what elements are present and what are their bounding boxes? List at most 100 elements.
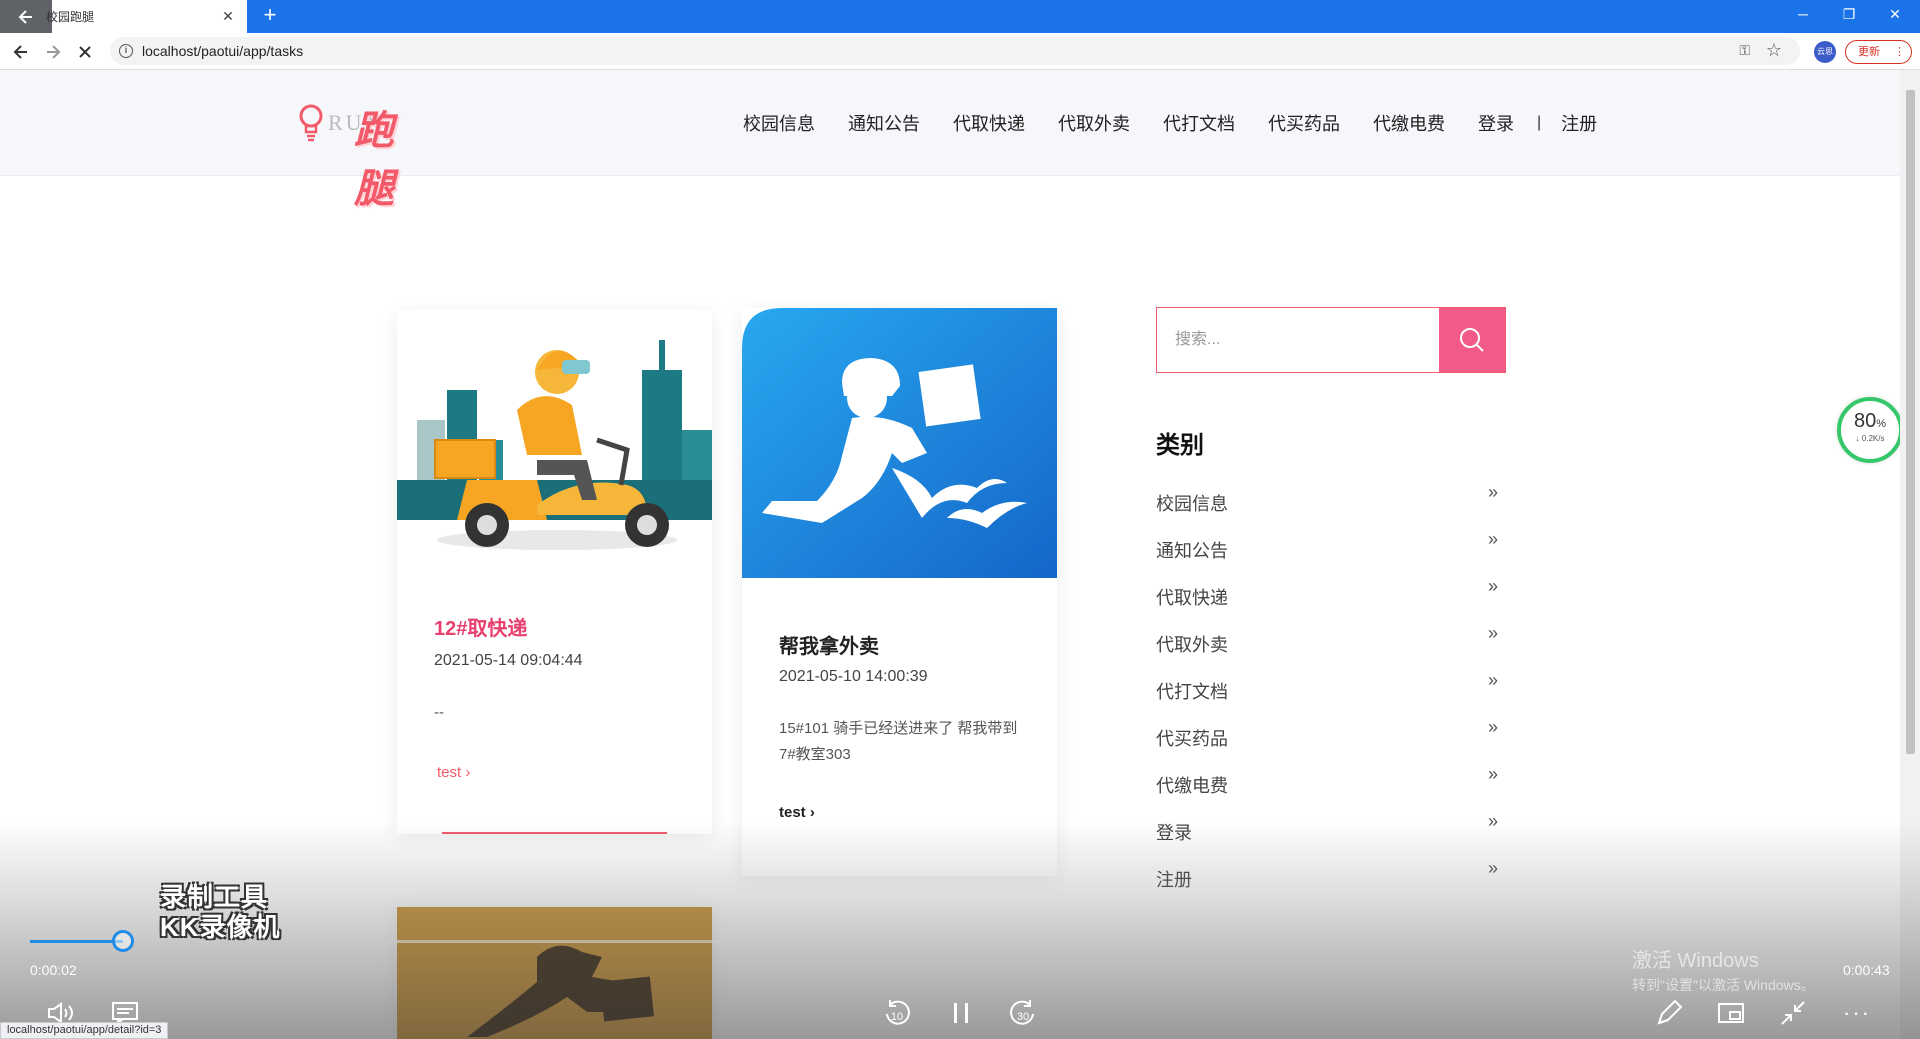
task-card[interactable]: [397, 907, 712, 1039]
search-icon: [1460, 328, 1484, 352]
category-list: 校园信息 » 通知公告 » 代取快递 » 代取外卖 » 代打文档 » 代买药品 » 代缴电费…: [1156, 482, 1506, 913]
back-arrow-icon[interactable]: [0, 0, 52, 33]
stop-loading-icon[interactable]: [72, 39, 98, 65]
category-item[interactable]: 校园信息 »: [1156, 482, 1506, 537]
forward-button[interactable]: [40, 39, 66, 65]
double-chevron-right-icon: »: [1487, 764, 1498, 784]
speed-percent-unit: %: [1876, 418, 1887, 430]
site-logo[interactable]: RUN 跑腿: [298, 98, 394, 212]
activation-line-2: 转到"设置"以激活 Windows。: [1632, 977, 1815, 993]
scooter-courier-image: [397, 310, 712, 580]
nav-print-docs[interactable]: 代打文档: [1163, 110, 1235, 136]
category-item[interactable]: 代买药品 »: [1156, 717, 1506, 772]
card-link-label: test: [779, 804, 806, 821]
main-nav: 校园信息 通知公告 代取快递 代取外卖 代打文档 代买药品 代缴电费 登录 | …: [743, 110, 1630, 136]
category-item[interactable]: 注册 »: [1156, 858, 1506, 913]
card-description: 15#101 骑手已经送进来了 帮我带到7#教室303: [779, 720, 1018, 763]
more-options-icon[interactable]: ···: [1840, 996, 1874, 1030]
nav-buy-medicine[interactable]: 代买药品: [1268, 110, 1340, 136]
current-time: 0:00:02: [30, 962, 77, 978]
windows-activation-notice: 激活 Windows 转到"设置"以激活 Windows。: [1632, 944, 1815, 995]
pen-icon[interactable]: [1652, 996, 1686, 1030]
double-chevron-right-icon: »: [1487, 482, 1498, 502]
nav-food-pickup[interactable]: 代取外卖: [1058, 110, 1130, 136]
card-title[interactable]: 12#取快递: [434, 612, 527, 641]
scrollbar-thumb[interactable]: [1906, 90, 1915, 754]
category-label: 校园信息: [1156, 494, 1228, 514]
minimize-icon[interactable]: ─: [1780, 0, 1826, 28]
double-chevron-right-icon: »: [1487, 717, 1498, 737]
nav-parcel-pickup[interactable]: 代取快递: [953, 110, 1025, 136]
exit-fullscreen-icon[interactable]: [1776, 996, 1810, 1030]
card-date: 2021-05-14 09:04:44: [434, 652, 583, 669]
category-item[interactable]: 代打文档 »: [1156, 670, 1506, 725]
nav-login[interactable]: 登录: [1478, 110, 1514, 136]
close-window-icon[interactable]: ✕: [1872, 0, 1918, 28]
profile-avatar[interactable]: 云思: [1814, 41, 1836, 63]
double-chevron-right-icon: »: [1487, 529, 1498, 549]
nav-notices[interactable]: 通知公告: [848, 110, 920, 136]
card-date: 2021-05-10 14:00:39: [779, 668, 928, 685]
nav-separator: |: [1537, 114, 1542, 131]
browser-toolbar: i localhost/paotui/app/tasks ⚿ ☆ 云思 更新 ⋮: [0, 33, 1920, 70]
rewind-10-icon[interactable]: 10: [880, 996, 914, 1030]
key-icon[interactable]: ⚿: [1739, 42, 1750, 59]
more-vert-icon: ⋮: [1894, 46, 1905, 58]
url-text[interactable]: localhost/paotui/app/tasks: [142, 43, 303, 59]
page-scrollbar[interactable]: [1900, 70, 1920, 1039]
category-item[interactable]: 通知公告 »: [1156, 529, 1506, 584]
speed-percent: 80: [1853, 410, 1877, 432]
status-bar-url: localhost/paotui/app/detail?id=3: [0, 1022, 169, 1039]
activation-line-1: 激活 Windows: [1632, 950, 1759, 972]
nav-campus-info[interactable]: 校园信息: [743, 110, 815, 136]
rewind-label: 10: [891, 1011, 903, 1023]
recorder-watermark: 录制工具 KK录像机: [160, 882, 281, 942]
video-progress-knob[interactable]: [112, 930, 134, 952]
card-title[interactable]: 帮我拿外卖: [779, 630, 879, 659]
search-input[interactable]: [1157, 308, 1439, 372]
card-link[interactable]: test ›: [779, 804, 815, 821]
pause-icon[interactable]: [944, 996, 978, 1030]
watermark-line-2: KK录像机: [160, 912, 281, 942]
video-progress-fill: [30, 940, 123, 943]
category-label: 代打文档: [1156, 682, 1228, 702]
category-label: 登录: [1156, 823, 1192, 843]
nav-register[interactable]: 注册: [1561, 110, 1597, 136]
forward-30-icon[interactable]: 30: [1006, 996, 1040, 1030]
bookmark-star-icon[interactable]: ☆: [1766, 40, 1782, 61]
video-progress-bar[interactable]: [30, 930, 1890, 952]
category-label: 通知公告: [1156, 541, 1228, 561]
tab-close-icon[interactable]: ✕: [217, 6, 239, 28]
info-icon[interactable]: i: [119, 44, 133, 58]
speed-rate: ↓ 0.2K/s: [1855, 434, 1885, 443]
category-label: 代缴电费: [1156, 776, 1228, 796]
courier-silhouette-image: [397, 907, 712, 1039]
double-chevron-right-icon: »: [1487, 623, 1498, 643]
double-chevron-right-icon: »: [1487, 670, 1498, 690]
category-item[interactable]: 代取快递 »: [1156, 576, 1506, 631]
task-card[interactable]: 12#取快递 2021-05-14 09:04:44 -- test ›: [397, 310, 712, 834]
task-card[interactable]: 帮我拿外卖 2021-05-10 14:00:39 15#101 骑手已经送进来…: [742, 308, 1057, 876]
nav-pay-electricity[interactable]: 代缴电费: [1373, 110, 1445, 136]
update-button[interactable]: 更新 ⋮: [1845, 40, 1912, 64]
category-label: 代取外卖: [1156, 635, 1228, 655]
restore-icon[interactable]: ❐: [1826, 0, 1872, 28]
category-item[interactable]: 代缴电费 »: [1156, 764, 1506, 819]
search-button[interactable]: [1439, 308, 1505, 372]
address-bar[interactable]: i localhost/paotui/app/tasks ⚿ ☆: [110, 37, 1800, 65]
card-accent-bar: [442, 832, 667, 834]
card-description: --: [434, 704, 444, 721]
network-speed-widget[interactable]: 80% ↓ 0.2K/s: [1837, 397, 1903, 463]
double-chevron-right-icon: »: [1487, 576, 1498, 596]
new-tab-icon[interactable]: +: [258, 4, 282, 28]
mini-player-icon[interactable]: [1714, 996, 1748, 1030]
chevron-right-icon: ›: [465, 764, 471, 781]
delivery-runner-image: [742, 308, 1057, 578]
browser-tab[interactable]: 校园跑腿 ✕: [0, 0, 247, 33]
category-item[interactable]: 代取外卖 »: [1156, 623, 1506, 678]
card-link[interactable]: test ›: [437, 764, 470, 781]
category-label: 代买药品: [1156, 729, 1228, 749]
category-item[interactable]: 登录 »: [1156, 811, 1506, 866]
back-button[interactable]: [8, 39, 34, 65]
tab-title: 校园跑腿: [46, 10, 95, 24]
